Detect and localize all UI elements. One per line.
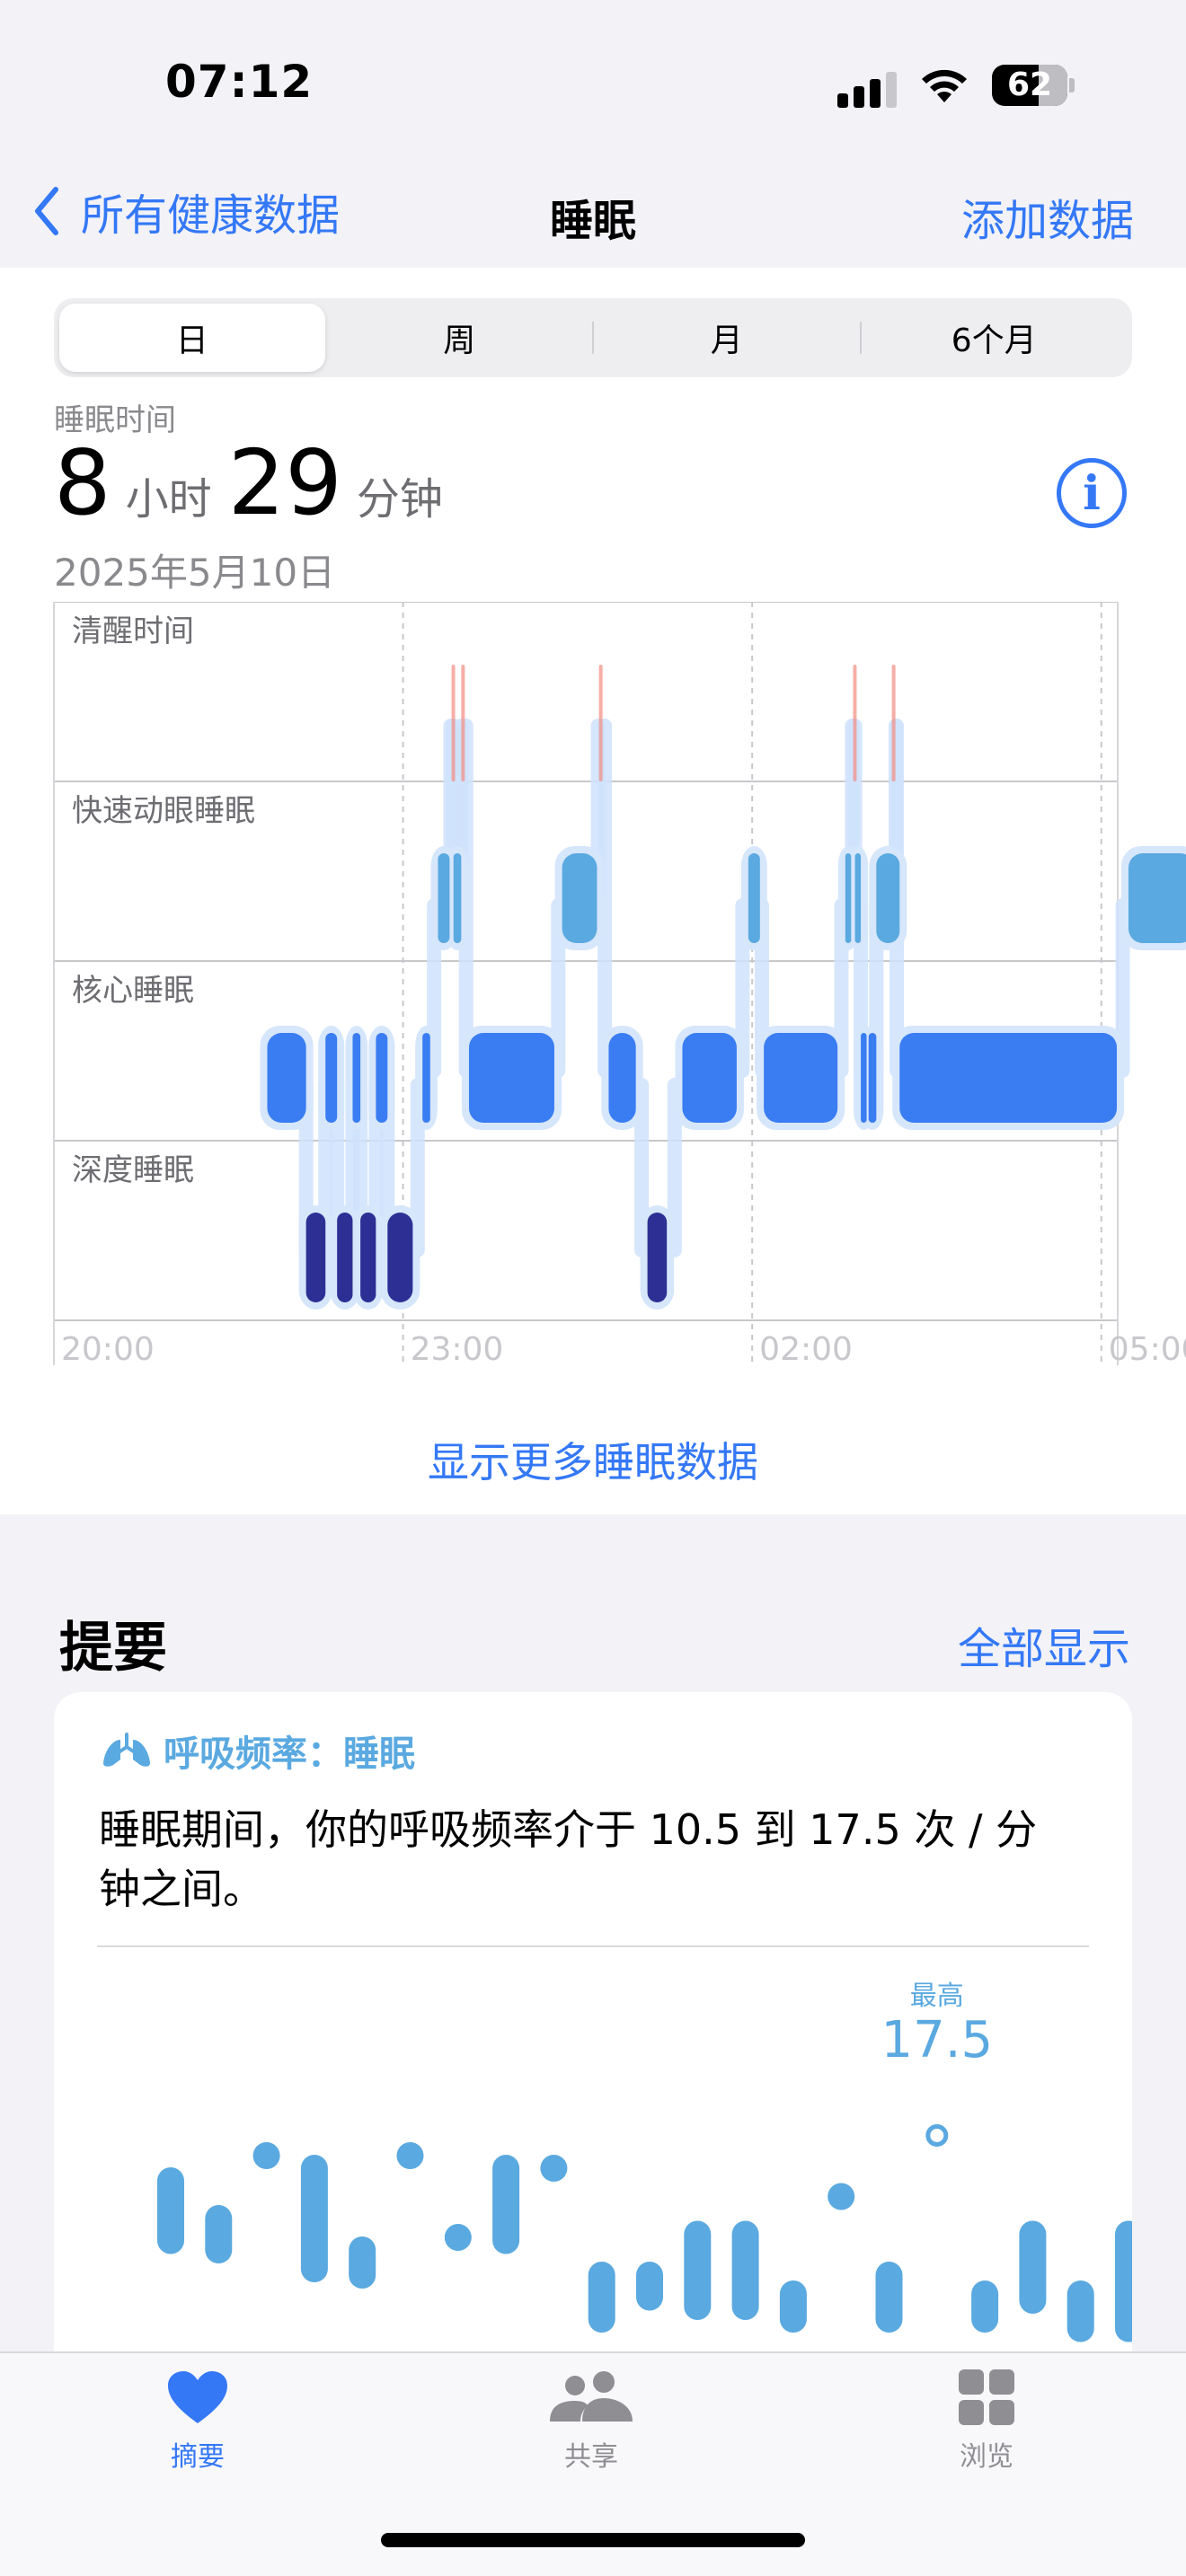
card-divider [97, 1945, 1089, 1947]
tab-sharing[interactable]: 共享 [501, 2369, 681, 2474]
sleep-segment-core [267, 1033, 306, 1123]
resp-point [540, 2155, 568, 2182]
grid-icon [959, 2369, 1014, 2425]
sleep-segment-core [868, 1033, 877, 1123]
sleep-hours: 8 [54, 430, 111, 535]
tab-summary[interactable]: 摘要 [108, 2369, 288, 2474]
resp-max-point [925, 2124, 949, 2147]
sleep-segment-deep [387, 1213, 413, 1302]
sleep-segment-rem [438, 853, 450, 943]
wifi-icon [918, 65, 970, 104]
resp-range-bar [731, 2220, 759, 2320]
resp-point [828, 2183, 855, 2210]
battery-percent: 62 [1006, 66, 1053, 103]
sleep-segment-rem [845, 853, 852, 943]
sleep-segment-awake [598, 665, 603, 781]
resp-max-value: 17.5 [881, 2011, 993, 2069]
sleep-minutes: 29 [227, 430, 342, 535]
resp-range-bar [779, 2280, 807, 2333]
sleep-segment-rem [876, 853, 900, 943]
sleep-segment-deep [360, 1213, 376, 1302]
resp-range-bar [205, 2205, 233, 2263]
resp-range-bar [1115, 2220, 1132, 2342]
heart-icon [168, 2371, 227, 2423]
stage-label: 核心睡眠 [72, 973, 194, 1009]
resp-point [396, 2142, 424, 2169]
add-data-button[interactable]: 添加数据 [961, 185, 1134, 248]
resp-range-bar [588, 2262, 615, 2333]
sleep-segment-core [682, 1033, 737, 1123]
period-segmented-control: 日 周 月 6个月 [54, 298, 1132, 377]
tab-browse[interactable]: 浏览 [897, 2369, 1076, 2474]
resp-range-bar [157, 2167, 184, 2254]
status-time: 07:12 [165, 56, 314, 108]
minutes-unit: 分钟 [356, 474, 443, 525]
summary-heading: 提要 [59, 1617, 167, 1680]
sleep-segment-rem [1128, 853, 1186, 943]
sleep-segment-rem [748, 853, 760, 943]
sleep-segment-rem [854, 853, 862, 943]
card-description: 睡眠期间，你的呼吸频率介于 10.5 到 17.5 次 / 分钟之间。 [99, 1805, 1038, 1913]
segment-6-months[interactable]: 6个月 [862, 304, 1128, 372]
resp-max-label: 最高 [910, 1981, 964, 2012]
resp-point [252, 2142, 280, 2169]
show-all-link[interactable]: 全部显示 [958, 1613, 1130, 1676]
resp-range-bar [300, 2155, 328, 2282]
stage-label: 清醒时间 [72, 613, 194, 649]
segment-day[interactable]: 日 [59, 304, 325, 372]
card-header: 呼吸频率：睡眠 [101, 1725, 415, 1777]
sleep-segment-core [764, 1033, 838, 1123]
sleep-stage-chart: 20:00 23:00 02:00 05:00 清醒时间快速动眼睡眠核心睡眠深度睡眠 [53, 602, 1186, 1368]
sleep-segment-core [325, 1033, 338, 1123]
sleep-segment-awake [891, 665, 896, 781]
sleep-segment-core [352, 1033, 361, 1123]
hours-unit: 小时 [125, 474, 212, 525]
segment-week[interactable]: 周 [327, 304, 593, 372]
resp-range-bar [492, 2155, 520, 2254]
sleep-segment-deep [647, 1213, 668, 1302]
sleep-segment-core [899, 1033, 1118, 1123]
sleep-segment-deep [337, 1213, 353, 1302]
resp-range-bar [636, 2262, 663, 2311]
sleep-segment-rem [562, 853, 597, 943]
sleep-segment-core [861, 1033, 867, 1123]
segment-month[interactable]: 月 [594, 304, 860, 372]
lungs-icon [103, 1733, 150, 1767]
cellular-signal-icon [837, 72, 900, 108]
stage-label: 快速动眼睡眠 [72, 793, 255, 829]
x-tick-label: 23:00 [411, 1331, 504, 1368]
resp-range-bar [1019, 2220, 1047, 2314]
show-more-sleep-data-link[interactable]: 显示更多睡眠数据 [0, 1430, 1186, 1489]
respiratory-rate-chart: 最高17.5 [157, 1981, 1132, 2342]
sleep-segment-core [422, 1033, 430, 1123]
sleep-segment-core [608, 1033, 636, 1123]
info-icon[interactable]: i [1057, 458, 1127, 528]
tab-label: 共享 [564, 2441, 618, 2473]
resp-range-bar [684, 2220, 712, 2320]
home-indicator [381, 2533, 805, 2547]
sleep-segment-rem [453, 853, 462, 943]
sleep-segment-core [468, 1033, 554, 1123]
people-icon [550, 2371, 633, 2422]
tab-label: 浏览 [960, 2441, 1013, 2473]
sleep-segment-awake [451, 665, 456, 781]
tab-label: 摘要 [171, 2441, 225, 2473]
x-tick-label: 05:00 [1109, 1331, 1186, 1368]
sleep-segment-core [376, 1033, 388, 1123]
battery-icon: 62 [992, 65, 1075, 106]
sleep-segment-awake [461, 665, 465, 781]
sleep-segment-awake [853, 665, 857, 781]
resp-range-bar [349, 2236, 376, 2289]
x-tick-label: 20:00 [61, 1331, 155, 1368]
resp-range-bar [971, 2280, 999, 2333]
resp-point [444, 2224, 472, 2251]
x-tick-label: 02:00 [759, 1331, 853, 1368]
sleep-date: 2025年5月10日 [54, 551, 336, 595]
resp-range-bar [1067, 2280, 1094, 2342]
sleep-total: 8 小时 29 分钟 [54, 438, 459, 528]
sleep-segment-deep [305, 1213, 326, 1302]
card-title: 呼吸频率：睡眠 [164, 1734, 415, 1775]
stage-label: 深度睡眠 [72, 1152, 194, 1188]
resp-range-bar [875, 2262, 903, 2333]
